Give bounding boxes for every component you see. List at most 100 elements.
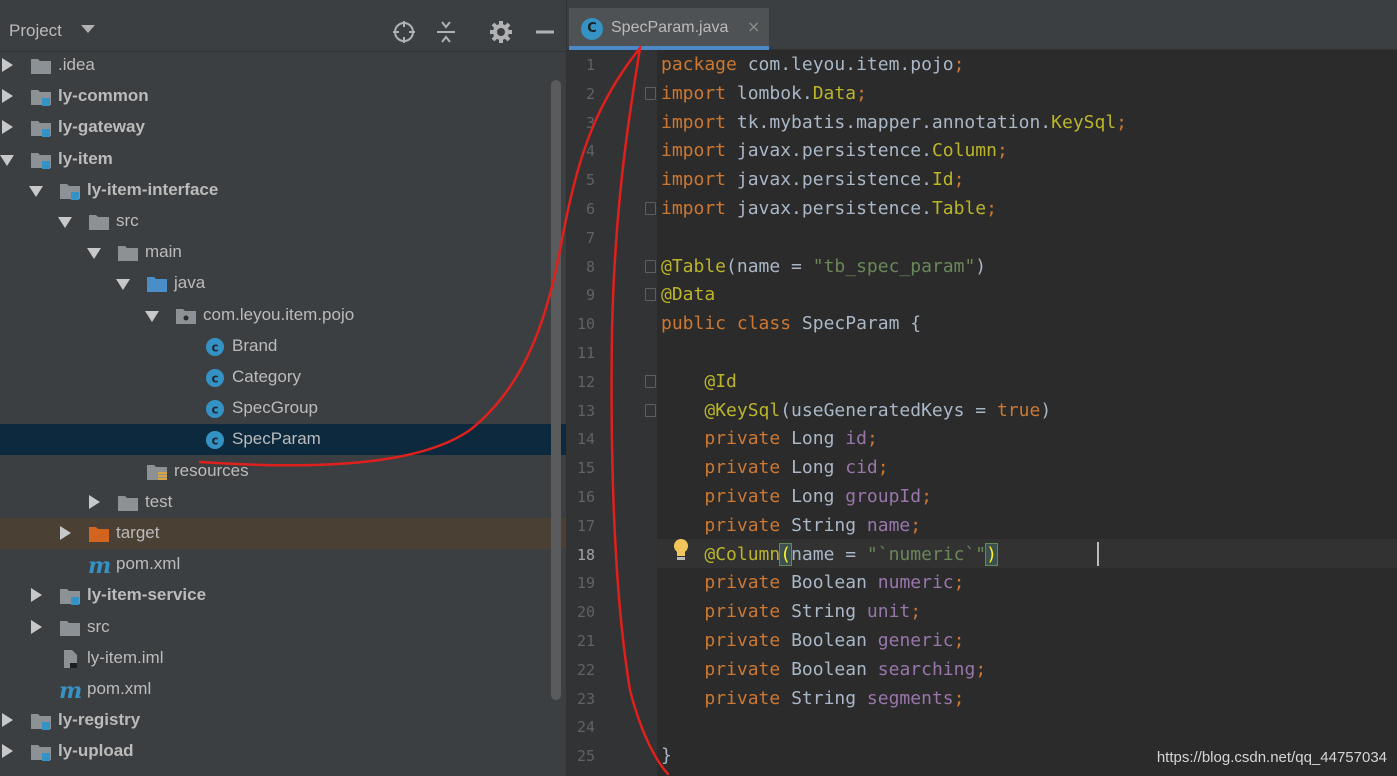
code-line[interactable]: private Boolean searching; xyxy=(661,655,986,684)
code-token: ; xyxy=(1116,111,1128,133)
gear-icon[interactable] xyxy=(488,19,514,45)
line-number: 2 xyxy=(585,84,595,103)
tree-row[interactable]: m pom.xml xyxy=(0,674,566,705)
code-line[interactable]: @Id xyxy=(661,367,737,396)
line-number-gutter[interactable]: 1 2 3 4 5 6 7 8 9 10 11 12 13 14 15 16 17 18 19 20 21 22 23 24 2… xyxy=(567,50,657,776)
tree-row[interactable]: java xyxy=(0,268,566,299)
tree-row[interactable]: src xyxy=(0,206,566,237)
code-token: ; xyxy=(856,82,867,104)
tree-row[interactable]: c Category xyxy=(0,362,566,393)
chevron-right-icon[interactable] xyxy=(2,120,13,135)
tree-row[interactable]: test xyxy=(0,487,566,518)
tree-row[interactable]: target xyxy=(0,518,566,549)
tree-row[interactable]: ly-item.iml xyxy=(0,643,566,674)
line-number: 16 xyxy=(576,488,595,506)
chevron-right-icon[interactable] xyxy=(89,494,100,509)
chevron-right-icon[interactable] xyxy=(31,588,42,603)
fold-marker-icon[interactable] xyxy=(645,202,656,215)
code-line[interactable]: private Long id; xyxy=(661,424,877,453)
tree-row[interactable]: c Brand xyxy=(0,331,566,362)
collapse-all-icon[interactable] xyxy=(433,19,459,45)
tree-row[interactable]: ly-common xyxy=(0,81,566,112)
code-line[interactable]: import javax.persistence.Table; xyxy=(661,194,997,223)
tree-row[interactable]: ly-item-service xyxy=(0,580,566,611)
project-scrollbar[interactable] xyxy=(551,80,561,700)
svg-text:c: c xyxy=(211,372,218,386)
code-line[interactable]: private Boolean generic; xyxy=(661,626,964,655)
tree-row[interactable]: ly-gateway xyxy=(0,112,566,143)
code-line[interactable]: @Data xyxy=(661,280,715,309)
chevron-right-icon[interactable] xyxy=(60,526,71,540)
line-number: 13 xyxy=(576,401,595,420)
code-line[interactable]: private Long groupId; xyxy=(661,482,932,511)
code-token: com.leyou.item.pojo xyxy=(747,54,954,75)
chevron-right-icon[interactable] xyxy=(31,619,42,634)
chevron-down-icon[interactable] xyxy=(145,310,159,322)
tree-item-label: ly-item xyxy=(58,148,113,168)
project-view-selector[interactable]: Project xyxy=(9,21,62,41)
tab-specparam-java[interactable]: C SpecParam.java × xyxy=(569,8,769,50)
line-number: 17 xyxy=(576,516,595,535)
code-line[interactable]: private Long cid; xyxy=(661,453,888,482)
code-line[interactable]: private Boolean numeric; xyxy=(661,568,964,597)
tree-item-label: ly-item.iml xyxy=(87,647,164,667)
code-line[interactable]: import tk.mybatis.mapper.annotation.KeyS… xyxy=(661,108,1127,137)
minimize-icon[interactable] xyxy=(532,19,558,45)
tree-row[interactable]: com.leyou.item.pojo xyxy=(0,300,566,331)
code-token: lombok. xyxy=(736,82,813,104)
tree-row[interactable]: ly-upload xyxy=(0,736,566,767)
tree-row[interactable]: resources xyxy=(0,456,566,487)
tree-item-label: src xyxy=(116,211,139,230)
tree-item-label: ly-item-interface xyxy=(87,179,219,199)
close-icon[interactable]: × xyxy=(747,17,760,36)
tab-label: SpecParam.java xyxy=(611,19,729,36)
tree-row[interactable]: ly-item-interface xyxy=(0,175,566,206)
code-line[interactable]: } xyxy=(661,741,672,770)
folder-icon xyxy=(31,59,51,74)
chevron-right-icon[interactable] xyxy=(2,89,13,104)
tree-row[interactable]: ly-registry xyxy=(0,705,566,736)
code-line[interactable]: import javax.persistence.Id; xyxy=(661,165,964,194)
tree-row[interactable]: ly-item xyxy=(0,144,566,175)
code-token: ; xyxy=(975,658,987,680)
chevron-down-icon[interactable] xyxy=(81,25,95,33)
tree-row[interactable]: .idea xyxy=(0,50,566,81)
code-token: Boolean xyxy=(791,572,878,594)
chevron-down-icon[interactable] xyxy=(29,185,43,197)
code-line[interactable]: public class SpecParam { xyxy=(661,309,921,338)
code-line[interactable]: private String segments; xyxy=(661,684,964,713)
java-class-icon: C xyxy=(581,18,603,40)
code-token: private xyxy=(704,658,792,680)
chevron-right-icon[interactable] xyxy=(2,744,13,759)
lightbulb-icon[interactable] xyxy=(671,538,691,562)
code-line[interactable]: package com.leyou.item.pojo; xyxy=(661,50,964,79)
code-line[interactable]: import lombok.Data; xyxy=(661,79,867,108)
code-line[interactable]: @KeySql(useGeneratedKeys = true) xyxy=(661,396,1051,425)
chevron-down-icon[interactable] xyxy=(116,279,130,291)
tree-row[interactable]: m pom.xml xyxy=(0,549,566,580)
tree-row[interactable]: c SpecGroup xyxy=(0,393,566,424)
chevron-down-icon[interactable] xyxy=(87,248,101,260)
code-token: javax.persistence. xyxy=(736,169,932,191)
code-line[interactable]: @Table(name = "tb_spec_param") xyxy=(661,252,986,281)
code-line[interactable]: import javax.persistence.Column; xyxy=(661,136,1008,165)
code-line[interactable]: private String name; xyxy=(661,511,921,540)
chevron-right-icon[interactable] xyxy=(2,713,13,728)
fold-marker-icon[interactable] xyxy=(645,403,656,417)
code-line[interactable]: private String unit; xyxy=(661,597,921,626)
fold-marker-icon[interactable] xyxy=(645,86,656,100)
chevron-right-icon[interactable] xyxy=(2,58,13,72)
fold-marker-icon[interactable] xyxy=(645,374,656,388)
fold-marker-icon[interactable] xyxy=(645,259,656,273)
tree-row[interactable]: src xyxy=(0,612,566,643)
chevron-down-icon[interactable] xyxy=(0,154,14,166)
tree-row[interactable]: main xyxy=(0,237,566,268)
code-area[interactable]: package com.leyou.item.pojo; import lombo… xyxy=(657,50,1397,776)
chevron-down-icon[interactable] xyxy=(58,217,72,228)
tree-row[interactable]: c SpecParam xyxy=(0,424,566,456)
code-line[interactable]: @Column(name = "`numeric`") xyxy=(661,540,1099,569)
code-token: true xyxy=(996,399,1041,421)
fold-marker-icon[interactable] xyxy=(645,288,656,302)
locate-target-icon[interactable] xyxy=(391,19,417,45)
